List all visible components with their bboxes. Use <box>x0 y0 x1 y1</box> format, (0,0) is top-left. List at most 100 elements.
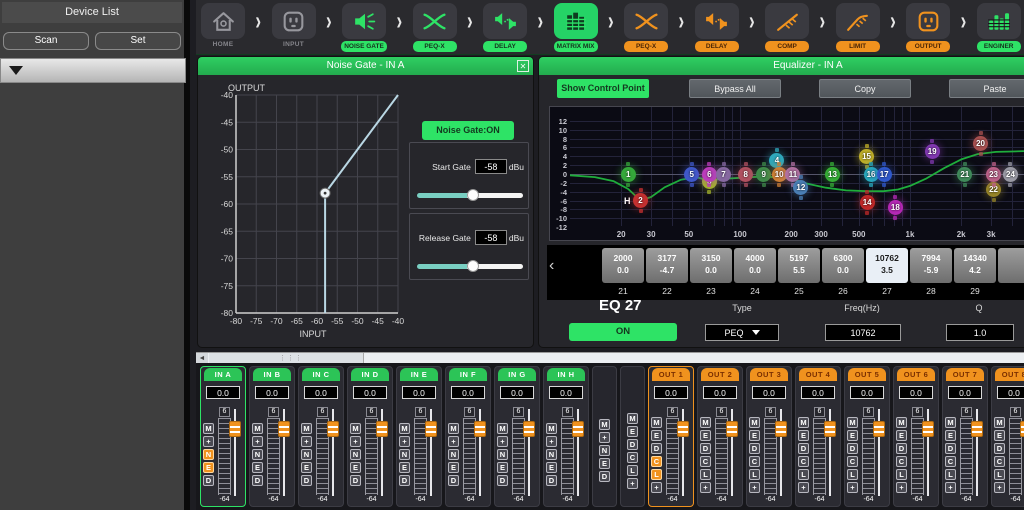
eq-band-cell-24[interactable]: 40000.0 <box>734 248 776 283</box>
channel-gain-value[interactable]: 0.0 <box>304 386 338 399</box>
device-dropdown[interactable] <box>0 58 186 83</box>
copy-button[interactable]: Copy <box>819 79 911 98</box>
eq-control-point-20[interactable]: 20 <box>973 136 988 151</box>
eq-band-cell-25[interactable]: 51975.5 <box>778 248 820 283</box>
channel-gain-value[interactable]: 0.0 <box>801 386 835 399</box>
strip-button-l[interactable]: L <box>896 469 907 480</box>
channel-label[interactable]: OUT 1 <box>652 368 690 381</box>
release-gate-value[interactable]: -58 <box>475 230 507 245</box>
strip-button-e[interactable]: E <box>350 462 361 473</box>
channel-strip-out-4[interactable]: OUT 40.0MEDCL+6-64 <box>795 366 841 507</box>
fader-handle[interactable] <box>523 421 535 437</box>
fader-track[interactable] <box>775 409 787 496</box>
strip-button-l[interactable]: L <box>798 469 809 480</box>
fader-handle[interactable] <box>775 421 787 437</box>
strip-button-e[interactable]: E <box>546 462 557 473</box>
eq-control-point-19[interactable]: 19 <box>925 144 940 159</box>
strip-button-d[interactable]: D <box>945 443 956 454</box>
strip-button-c[interactable]: C <box>945 456 956 467</box>
strip-button-e[interactable]: E <box>599 458 610 469</box>
eq-control-point-14[interactable]: 14 <box>860 195 875 210</box>
close-icon[interactable]: ✕ <box>517 60 529 72</box>
strip-button-c[interactable]: C <box>798 456 809 467</box>
strip-button-plus[interactable]: + <box>896 482 907 493</box>
strip-button-e[interactable]: E <box>497 462 508 473</box>
strip-button-d[interactable]: D <box>847 443 858 454</box>
paste-button[interactable]: Paste <box>949 79 1024 98</box>
toolbar-tile[interactable] <box>906 3 950 39</box>
bus-strip-1[interactable]: M+NED <box>592 366 617 507</box>
noise-gate-graph[interactable]: -40-45-50-55-60-65-70-75-80-80-75-70-65-… <box>198 77 408 334</box>
channel-label[interactable]: OUT 2 <box>701 368 739 381</box>
bus-strip-2[interactable]: MEDCL+ <box>620 366 645 507</box>
strip-button-m[interactable]: M <box>203 423 214 434</box>
scan-button[interactable]: Scan <box>3 32 89 50</box>
strip-button-d[interactable]: D <box>203 475 214 486</box>
fader-track[interactable] <box>971 409 983 496</box>
strip-button-e[interactable]: E <box>399 462 410 473</box>
strip-button-d[interactable]: D <box>448 475 459 486</box>
eq-control-point-5[interactable]: 5 <box>684 167 699 182</box>
toolbar-item-input[interactable]: INPUT <box>271 3 317 48</box>
fader-handle[interactable] <box>824 421 836 437</box>
strip-button-plus[interactable]: + <box>749 482 760 493</box>
eq-control-point-8[interactable]: 8 <box>738 167 753 182</box>
eq-band-cell-21[interactable]: 20000.0 <box>602 248 644 283</box>
strip-button-e[interactable]: E <box>945 430 956 441</box>
release-gate-slider-thumb[interactable] <box>467 260 479 272</box>
strip-button-n[interactable]: N <box>252 449 263 460</box>
strip-button-e[interactable]: E <box>627 426 638 437</box>
fader-track[interactable] <box>922 409 934 496</box>
eq-control-point-21[interactable]: 21 <box>957 167 972 182</box>
channel-strip-out-5[interactable]: OUT 50.0MEDCL+6-64 <box>844 366 890 507</box>
toolbar-tile[interactable] <box>272 3 316 39</box>
strip-button-m[interactable]: M <box>847 417 858 428</box>
fader-track[interactable] <box>376 409 388 496</box>
strip-button-e[interactable]: E <box>252 462 263 473</box>
strip-button-d[interactable]: D <box>399 475 410 486</box>
strip-button-c[interactable]: C <box>700 456 711 467</box>
strip-button-plus[interactable]: + <box>945 482 956 493</box>
channel-gain-value[interactable]: 0.0 <box>654 386 688 399</box>
strip-button-m[interactable]: M <box>546 423 557 434</box>
strip-button-m[interactable]: M <box>896 417 907 428</box>
strip-button-n[interactable]: N <box>599 445 610 456</box>
fader-track[interactable] <box>327 409 339 496</box>
toolbar-tile[interactable] <box>836 3 880 39</box>
strip-button-d[interactable]: D <box>599 471 610 482</box>
channel-gain-value[interactable]: 0.0 <box>703 386 737 399</box>
fader-track[interactable] <box>278 409 290 496</box>
toolbar-tile[interactable] <box>201 3 245 39</box>
toolbar-item-comp[interactable]: COMP <box>764 3 810 52</box>
strip-button-m[interactable]: M <box>350 423 361 434</box>
fader-handle[interactable] <box>971 421 983 437</box>
channel-strip-in-e[interactable]: IN E0.0M+NED6-64 <box>396 366 442 507</box>
strip-button-c[interactable]: C <box>651 456 662 467</box>
noise-gate-on-button[interactable]: Noise Gate:ON <box>422 121 514 140</box>
eq-graph[interactable]: 1H23456789101112131415161718192021222324 <box>570 107 1024 226</box>
table-scroll-left-icon[interactable]: ‹ <box>549 257 554 275</box>
freq-input[interactable]: 10762 <box>825 324 901 341</box>
strip-button-plus[interactable]: + <box>252 436 263 447</box>
strip-button-plus[interactable]: + <box>203 436 214 447</box>
channel-strip-out-3[interactable]: OUT 30.0MEDCL+6-64 <box>746 366 792 507</box>
strip-button-c[interactable]: C <box>749 456 760 467</box>
release-gate-slider[interactable] <box>417 264 523 269</box>
toolbar-tile[interactable] <box>765 3 809 39</box>
channel-label[interactable]: IN A <box>204 368 242 381</box>
channel-label[interactable]: OUT 6 <box>897 368 935 381</box>
channel-label[interactable]: IN H <box>547 368 585 381</box>
eq-control-point-10[interactable]: 10 <box>772 167 787 182</box>
eq-control-point-17[interactable]: 17 <box>877 167 892 182</box>
fader-track[interactable] <box>425 409 437 496</box>
channel-gain-value[interactable]: 0.0 <box>353 386 387 399</box>
strip-button-l[interactable]: L <box>627 465 638 476</box>
strip-button-plus[interactable]: + <box>847 482 858 493</box>
fader-track[interactable] <box>229 409 241 496</box>
toolbar-item-delay[interactable]: DELAY <box>694 3 740 52</box>
channel-gain-value[interactable]: 0.0 <box>500 386 534 399</box>
strip-button-n[interactable]: N <box>448 449 459 460</box>
toolbar-tile[interactable] <box>483 3 527 39</box>
eq-control-point-13[interactable]: 13 <box>825 167 840 182</box>
eq-control-point-6[interactable]: 6 <box>702 167 717 182</box>
